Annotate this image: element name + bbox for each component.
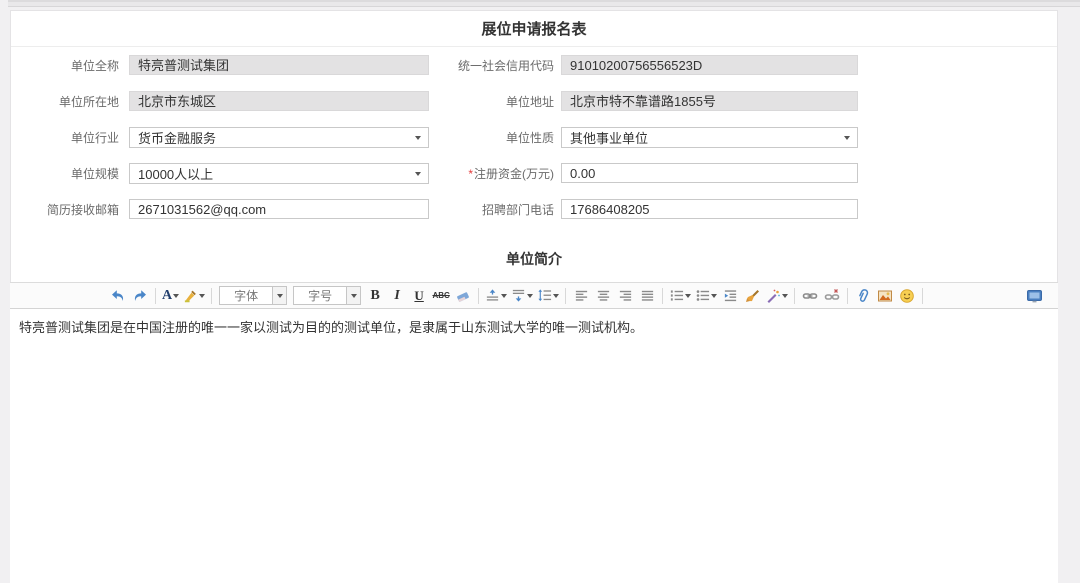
required-asterisk: *: [468, 167, 473, 181]
ordered-list-icon[interactable]: [668, 286, 692, 306]
unordered-list-icon[interactable]: [694, 286, 718, 306]
company-nature-select-value: 其他事业单位: [570, 128, 648, 147]
align-justify-icon[interactable]: [637, 286, 657, 306]
chevron-down-icon: [685, 294, 691, 298]
auto-typeset-wand-icon[interactable]: [764, 286, 789, 306]
align-left-icon[interactable]: [571, 286, 591, 306]
chevron-down-icon: [415, 172, 421, 176]
editor-content-area[interactable]: 特亮普测试集团是在中国注册的唯一一家以测试为目的的测试单位，是隶属于山东测试大学…: [10, 309, 1058, 583]
font-family-dropdown-button[interactable]: [272, 287, 286, 304]
company-location-field[interactable]: [129, 91, 429, 111]
resume-email-label: 简历接收邮箱: [11, 201, 119, 218]
toolbar-separator: [794, 288, 795, 304]
form-row-3: 单位行业 货币金融服务 单位性质 其他事业单位: [11, 119, 1057, 155]
registered-capital-label: *注册资金(万元): [429, 165, 554, 182]
emoticon-icon[interactable]: [897, 286, 917, 306]
industry-label: 单位行业: [11, 129, 119, 146]
italic-icon[interactable]: I: [387, 286, 407, 306]
toolbar-separator: [478, 288, 479, 304]
rich-text-editor: A 字体 字号 B I U ABC: [10, 282, 1058, 583]
indent-icon[interactable]: [720, 286, 740, 306]
toolbar-separator: [155, 288, 156, 304]
resume-email-field[interactable]: [129, 199, 429, 219]
chevron-down-icon: [844, 136, 850, 140]
paragraph-spacing-before-icon[interactable]: [484, 286, 508, 306]
recruit-phone-label: 招聘部门电话: [429, 201, 554, 218]
font-size-select-value: 字号: [294, 287, 346, 304]
credit-code-field[interactable]: [561, 55, 858, 75]
fullscreen-icon[interactable]: [1024, 286, 1044, 306]
company-name-field[interactable]: [129, 55, 429, 75]
toolbar-separator: [211, 288, 212, 304]
cropped-top-bar: [8, 0, 1080, 7]
paragraph-spacing-after-icon[interactable]: [510, 286, 534, 306]
credit-code-label: 统一社会信用代码: [429, 57, 554, 74]
company-address-field[interactable]: [561, 91, 858, 111]
company-intro-section-title: 单位简介: [11, 249, 1057, 269]
form-row-1: 单位全称 统一社会信用代码: [11, 47, 1057, 83]
chevron-down-icon: [527, 294, 533, 298]
company-nature-select[interactable]: 其他事业单位: [561, 127, 858, 148]
company-nature-label: 单位性质: [429, 129, 554, 146]
booth-application-form-panel: 展位申请报名表 单位全称 统一社会信用代码 单位所在地 单位地址 单位行业 货币…: [10, 10, 1058, 583]
chevron-down-icon: [711, 294, 717, 298]
chevron-down-icon: [553, 294, 559, 298]
industry-select-value: 货币金融服务: [138, 128, 216, 147]
format-brush-icon[interactable]: [742, 286, 762, 306]
company-intro-text: 特亮普测试集团是在中国注册的唯一一家以测试为目的的测试单位，是隶属于山东测试大学…: [19, 320, 643, 335]
toolbar-separator: [662, 288, 663, 304]
chevron-down-icon: [782, 294, 788, 298]
highlight-color-icon[interactable]: [182, 286, 206, 306]
company-scale-select[interactable]: 10000人以上: [129, 163, 429, 184]
toolbar-separator: [565, 288, 566, 304]
align-right-icon[interactable]: [615, 286, 635, 306]
bold-icon[interactable]: B: [365, 286, 385, 306]
underline-icon[interactable]: U: [409, 286, 429, 306]
remove-format-eraser-icon[interactable]: [453, 286, 473, 306]
undo-icon[interactable]: [108, 286, 128, 306]
form-row-5: 简历接收邮箱 招聘部门电话: [11, 191, 1057, 227]
toolbar-separator: [922, 288, 923, 304]
strikethrough-icon[interactable]: ABC: [431, 286, 451, 306]
font-size-dropdown-button[interactable]: [346, 287, 360, 304]
remove-link-icon[interactable]: [822, 286, 842, 306]
form-title: 展位申请报名表: [11, 11, 1057, 47]
insert-image-icon[interactable]: [875, 286, 895, 306]
insert-link-icon[interactable]: [800, 286, 820, 306]
chevron-down-icon: [415, 136, 421, 140]
form-row-4: 单位规模 10000人以上 *注册资金(万元): [11, 155, 1057, 191]
recruit-phone-field[interactable]: [561, 199, 858, 219]
font-size-select[interactable]: 字号: [293, 286, 361, 305]
editor-toolbar: A 字体 字号 B I U ABC: [10, 282, 1058, 309]
redo-icon[interactable]: [130, 286, 150, 306]
company-location-label: 单位所在地: [11, 93, 119, 110]
line-height-icon[interactable]: [536, 286, 560, 306]
toolbar-separator: [847, 288, 848, 304]
chevron-down-icon: [199, 294, 205, 298]
company-scale-label: 单位规模: [11, 165, 119, 182]
registered-capital-field[interactable]: [561, 163, 858, 183]
chevron-down-icon: [501, 294, 507, 298]
chevron-down-icon: [277, 294, 283, 298]
attachment-icon[interactable]: [853, 286, 873, 306]
font-family-select-value: 字体: [220, 287, 272, 304]
form-row-2: 单位所在地 单位地址: [11, 83, 1057, 119]
company-address-label: 单位地址: [429, 93, 554, 110]
font-family-select[interactable]: 字体: [219, 286, 287, 305]
company-scale-select-value: 10000人以上: [138, 164, 213, 183]
font-color-icon[interactable]: A: [161, 286, 180, 306]
industry-select[interactable]: 货币金融服务: [129, 127, 429, 148]
align-center-icon[interactable]: [593, 286, 613, 306]
chevron-down-icon: [351, 294, 357, 298]
chevron-down-icon: [173, 294, 179, 298]
form-fields-area: 单位全称 统一社会信用代码 单位所在地 单位地址 单位行业 货币金融服务 单位性…: [11, 47, 1057, 227]
company-name-label: 单位全称: [11, 57, 119, 74]
